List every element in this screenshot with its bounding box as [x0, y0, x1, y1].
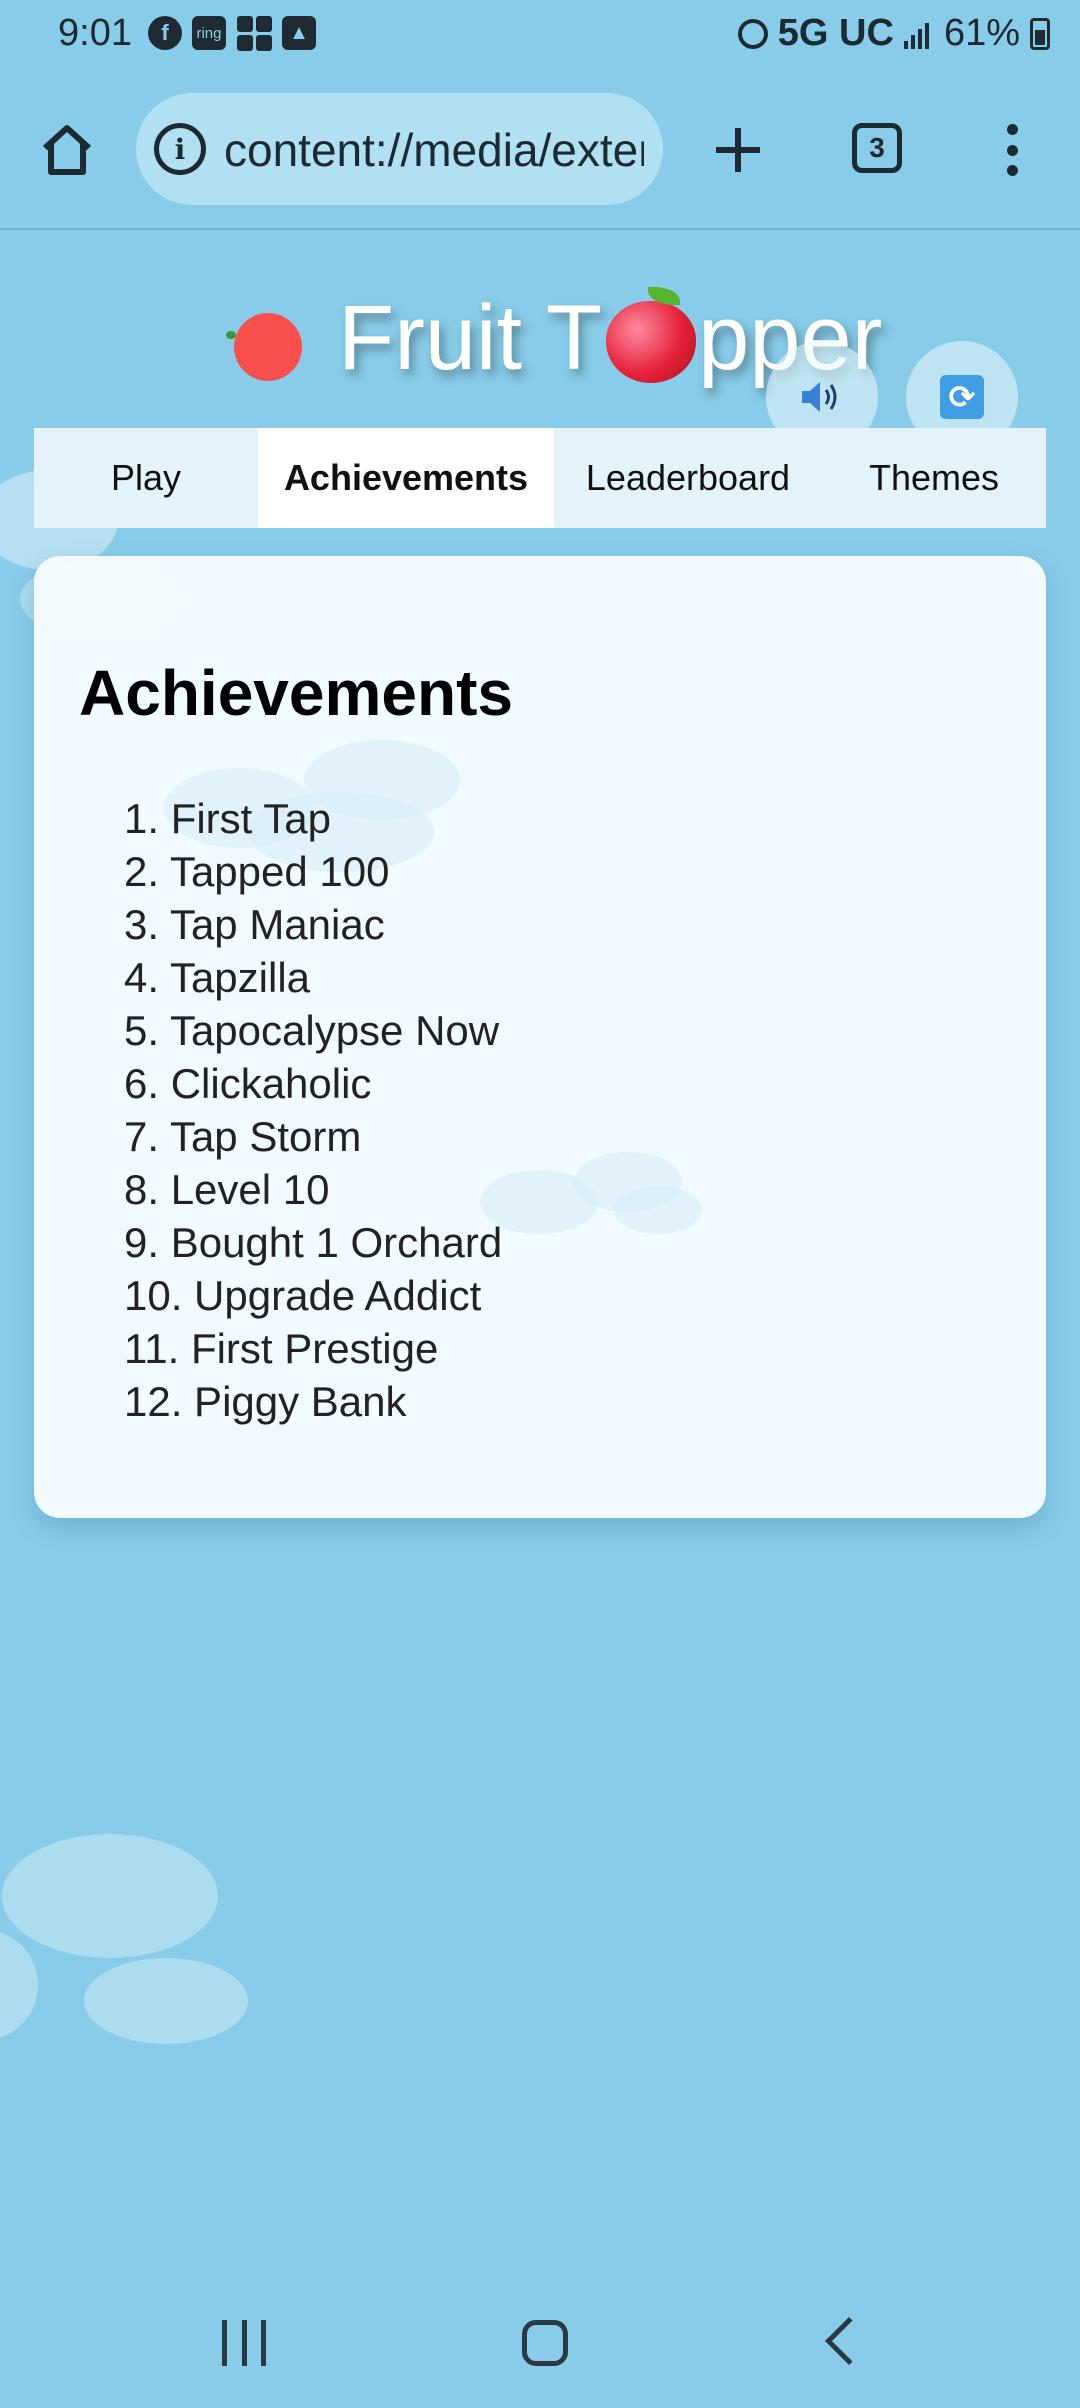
new-tab-button[interactable]: [706, 118, 770, 182]
system-nav-bar: [0, 2280, 1080, 2408]
apple-icon: [602, 287, 698, 383]
home-button[interactable]: [34, 117, 100, 183]
alarm-icon: [737, 18, 768, 49]
menu-dot: [1006, 165, 1018, 176]
refresh-icon: ⟳: [940, 375, 984, 419]
bg-cloud: [2, 1834, 218, 1958]
signal-icon: [903, 19, 934, 49]
achievement-item: 8. Level 10: [124, 1166, 330, 1213]
notification-icons: f ring ▲: [148, 16, 316, 51]
status-time: 9:01: [58, 12, 132, 54]
card-cloud: [614, 1186, 702, 1234]
more-menu-button[interactable]: [992, 118, 1032, 182]
gallery-icon: ▲: [282, 16, 316, 50]
home-nav-button[interactable]: [522, 2320, 568, 2366]
battery-icon: [1030, 17, 1050, 50]
network-type: 5G UC: [777, 12, 894, 54]
bg-cloud: [0, 1930, 38, 2040]
achievement-item: 4. Tapzilla: [124, 954, 311, 1001]
bg-cloud: [84, 1958, 248, 2044]
browser-toolbar: i content://media/external 3: [0, 70, 1080, 230]
url-text[interactable]: content://media/external: [224, 123, 644, 177]
facebook-icon: f: [148, 16, 182, 50]
status-bar: 9:01 f ring ▲ 5G UC 61%: [0, 0, 1080, 70]
back-button[interactable]: [824, 2316, 874, 2366]
achievements-list: 1. First Tap 2. Tapped 100 3. Tap Maniac…: [124, 792, 502, 1428]
menu-dot: [1006, 144, 1018, 156]
ring-icon: ring: [192, 16, 226, 50]
apps-grid-icon: [236, 16, 272, 51]
home-icon: [42, 125, 92, 175]
achievement-item: 12. Piggy Bank: [124, 1378, 407, 1425]
achievement-item: 3. Tap Maniac: [124, 901, 385, 948]
achievement-item: 7. Tap Storm: [124, 1113, 362, 1160]
title-part-1: Fruit T: [338, 287, 603, 389]
info-icon[interactable]: i: [154, 123, 206, 175]
url-bar[interactable]: i content://media/external: [136, 93, 663, 205]
tab-play[interactable]: Play: [34, 428, 258, 528]
tab-leaderboard[interactable]: Leaderboard: [554, 428, 822, 528]
achievement-item: 10. Upgrade Addict: [124, 1272, 482, 1319]
tab-achievements[interactable]: Achievements: [258, 428, 554, 528]
screen: 9:01 f ring ▲ 5G UC 61% i content://medi…: [0, 0, 1080, 2408]
tab-switcher-button[interactable]: 3: [852, 123, 902, 173]
status-indicators: 5G UC 61%: [737, 12, 1050, 55]
achievement-item: 6. Clickaholic: [124, 1060, 372, 1107]
achievement-item: 9. Bought 1 Orchard: [124, 1219, 503, 1266]
achievements-heading: Achievements: [79, 657, 513, 729]
fruit-icon: [226, 313, 302, 381]
battery-percent: 61%: [943, 12, 1020, 54]
speaker-icon: [802, 382, 837, 412]
plus-icon: [716, 128, 760, 172]
menu-dot: [1006, 124, 1018, 135]
achievement-item: 11. First Prestige: [124, 1325, 439, 1372]
achievement-item: 2. Tapped 100: [124, 848, 390, 895]
achievement-item: 1. First Tap: [124, 795, 331, 842]
recents-button[interactable]: [222, 2320, 266, 2366]
achievement-item: 5. Tapocalypse Now: [124, 1007, 500, 1054]
game-tab-bar: Play Achievements Leaderboard Themes: [34, 428, 1046, 528]
tab-themes[interactable]: Themes: [822, 428, 1046, 528]
achievements-panel: Achievements 1. First Tap 2. Tapped 100 …: [34, 556, 1046, 1518]
